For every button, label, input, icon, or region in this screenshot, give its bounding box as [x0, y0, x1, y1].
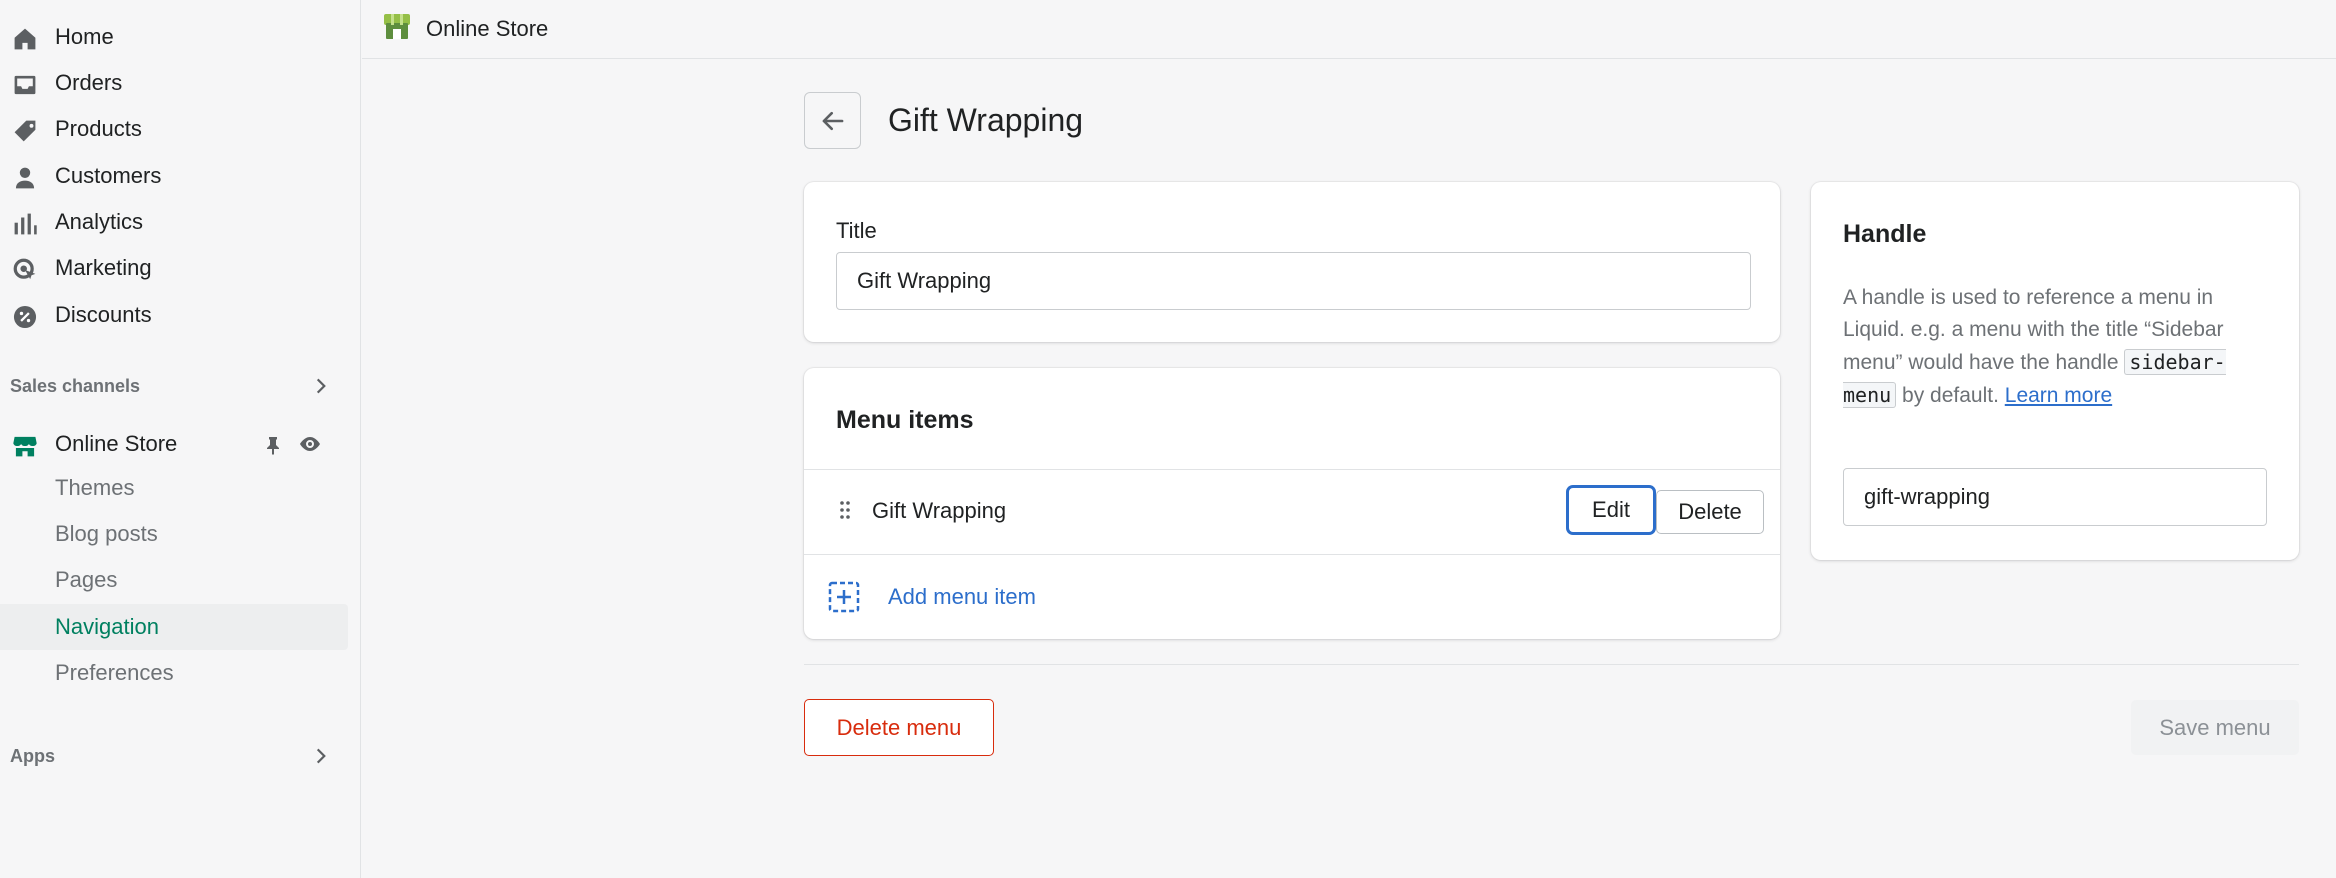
home-icon — [14, 28, 36, 50]
sidebar-item-pages[interactable]: Pages — [0, 557, 348, 603]
tag-icon — [14, 120, 36, 142]
sidebar-item-label: Online Store — [55, 431, 178, 456]
sidebar-item-products[interactable]: Products — [0, 106, 348, 152]
sidebar-item-label: Themes — [55, 475, 135, 500]
topbar-title: Online Store — [426, 16, 549, 41]
delete-menu-button[interactable]: Delete menu — [804, 699, 994, 756]
title-card: Title — [804, 182, 1780, 342]
sidebar-item-orders[interactable]: Orders — [0, 60, 348, 106]
sidebar-item-preferences[interactable]: Preferences — [0, 650, 348, 696]
divider — [804, 664, 2299, 665]
menu-item-label: Gift Wrapping — [872, 498, 1007, 523]
help-text-suffix: by default. — [1902, 384, 1999, 407]
sidebar-item-label: Orders — [55, 70, 123, 95]
sales-channels-label: Sales channels — [10, 375, 141, 396]
sidebar: Home Orders Products Customers Analytics… — [0, 0, 361, 878]
learn-more-link[interactable]: Learn more — [2005, 384, 2112, 407]
eye-icon[interactable] — [296, 432, 324, 456]
menu-items-card: Menu items Gift Wrapping Edit Delete Add… — [804, 368, 1780, 639]
apps-header[interactable]: Apps — [10, 741, 332, 771]
add-menu-item-link[interactable]: Add menu item — [888, 584, 1036, 610]
store-icon — [13, 436, 37, 457]
sidebar-item-customers[interactable]: Customers — [0, 153, 348, 199]
sidebar-item-label: Pages — [55, 567, 118, 592]
sidebar-item-label: Products — [55, 116, 142, 141]
sidebar-item-marketing[interactable]: Marketing — [0, 245, 348, 291]
sales-channels-header[interactable]: Sales channels — [10, 371, 332, 401]
handle-input[interactable] — [1843, 468, 2267, 526]
sidebar-item-label: Discounts — [55, 302, 152, 327]
sidebar-item-label: Marketing — [55, 255, 152, 280]
save-menu-button[interactable]: Save menu — [2131, 700, 2299, 755]
person-icon — [15, 167, 35, 189]
divider — [804, 554, 1780, 555]
sidebar-item-label: Home — [55, 24, 114, 49]
sidebar-item-label: Customers — [55, 163, 162, 188]
sidebar-item-analytics[interactable]: Analytics — [0, 199, 348, 245]
topbar: Online Store — [362, 0, 2336, 59]
apps-label: Apps — [10, 745, 55, 766]
discount-icon — [13, 305, 37, 329]
title-input[interactable] — [836, 252, 1751, 310]
target-icon — [13, 258, 36, 280]
handle-help-text: A handle is used to reference a menu in … — [1843, 282, 2273, 412]
page-title: Gift Wrapping — [888, 102, 1084, 138]
menu-items-heading: Menu items — [836, 406, 974, 434]
sidebar-item-label: Blog posts — [55, 521, 158, 546]
drag-handle-icon[interactable] — [838, 499, 852, 521]
sidebar-item-navigation[interactable]: Navigation — [0, 604, 348, 650]
handle-heading: Handle — [1843, 220, 1927, 248]
chevron-right-icon[interactable] — [310, 745, 332, 767]
sidebar-item-home[interactable]: Home — [0, 14, 348, 60]
arrow-left-icon — [822, 111, 843, 130]
edit-button[interactable]: Edit — [1568, 487, 1654, 533]
add-icon[interactable] — [828, 581, 860, 613]
orders-icon — [14, 75, 36, 95]
sidebar-item-online-store[interactable]: Online Store — [0, 421, 348, 467]
online-store-icon — [384, 14, 410, 39]
pin-icon[interactable] — [263, 434, 283, 456]
delete-item-button[interactable]: Delete — [1656, 490, 1764, 534]
sidebar-item-themes[interactable]: Themes — [0, 465, 348, 511]
back-button[interactable] — [804, 92, 861, 149]
sidebar-item-label: Preferences — [55, 660, 174, 685]
divider — [804, 469, 1780, 470]
bar-chart-icon — [14, 213, 37, 235]
sidebar-item-label: Analytics — [55, 209, 144, 234]
sidebar-item-label: Navigation — [55, 614, 159, 639]
title-label: Title — [836, 218, 877, 243]
handle-card: Handle A handle is used to reference a m… — [1811, 182, 2299, 560]
sidebar-item-blog-posts[interactable]: Blog posts — [0, 511, 348, 557]
sidebar-item-discounts[interactable]: Discounts — [0, 292, 348, 338]
chevron-right-icon[interactable] — [310, 375, 332, 397]
